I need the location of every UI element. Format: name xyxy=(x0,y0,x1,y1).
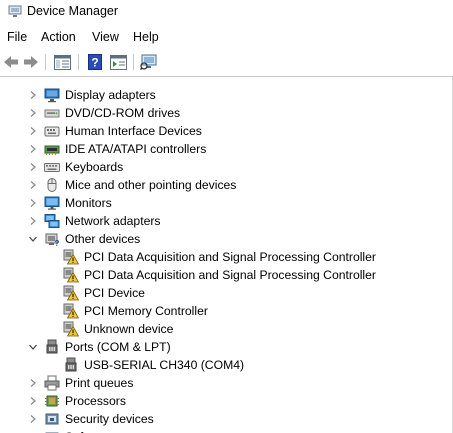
menu-help[interactable]: Help xyxy=(133,30,159,44)
warning-device-icon xyxy=(63,249,80,265)
forward-arrow-icon[interactable] xyxy=(22,53,40,71)
tree-item[interactable]: IDE ATA/ATAPI controllers xyxy=(0,140,452,158)
security-device-icon xyxy=(44,411,60,427)
tree-item[interactable]: PCI Device xyxy=(0,284,452,302)
warning-device-icon xyxy=(63,321,80,337)
device-manager-icon xyxy=(8,5,22,18)
svg-text:?: ? xyxy=(91,56,98,70)
display-adapter-icon xyxy=(44,87,60,103)
tree-item[interactable]: PCI Memory Controller xyxy=(0,302,452,320)
tree-item-label: Print queues xyxy=(65,376,134,390)
tree-item-label: PCI Memory Controller xyxy=(84,304,208,318)
port-icon xyxy=(44,339,60,355)
tree-item-label: Monitors xyxy=(65,196,112,210)
tree-item-label: DVD/CD-ROM drives xyxy=(65,106,181,120)
tree-item[interactable]: Unknown device xyxy=(0,320,452,338)
tree-item-label: PCI Data Acquisition and Signal Processi… xyxy=(84,268,376,282)
tree-item[interactable]: Keyboards xyxy=(0,158,452,176)
window-title: Device Manager xyxy=(27,4,119,18)
tree-item[interactable]: USB-SERIAL CH340 (COM4) xyxy=(0,356,452,374)
tree-item-label: IDE ATA/ATAPI controllers xyxy=(65,142,207,156)
port-icon xyxy=(63,357,79,373)
toolbar-separator xyxy=(78,54,79,70)
tree-item[interactable]: Processors xyxy=(0,392,452,410)
properties-icon[interactable] xyxy=(109,53,127,71)
menu-action[interactable]: Action xyxy=(41,30,76,44)
tree-item[interactable]: Software components xyxy=(0,428,452,433)
help-icon[interactable]: ? xyxy=(86,53,104,71)
software-component-icon xyxy=(44,429,60,433)
menu-file[interactable]: File xyxy=(7,30,27,44)
chevron-right-icon[interactable] xyxy=(27,106,39,120)
hid-icon xyxy=(44,123,60,139)
tree-item[interactable]: PCI Data Acquisition and Signal Processi… xyxy=(0,266,452,284)
chevron-right-icon[interactable] xyxy=(27,88,39,102)
back-arrow-icon[interactable] xyxy=(2,53,20,71)
toolbar-separator xyxy=(133,54,134,70)
warning-device-icon xyxy=(63,267,80,283)
tree-item-label: Ports (COM & LPT) xyxy=(65,340,171,354)
warning-device-icon xyxy=(63,303,80,319)
chevron-right-icon[interactable] xyxy=(27,178,39,192)
chevron-right-icon[interactable] xyxy=(27,196,39,210)
tree-item-label: Unknown device xyxy=(84,322,174,336)
tree-item[interactable]: Print queues xyxy=(0,374,452,392)
toolbar: ? xyxy=(0,48,453,75)
show-hide-console-tree-icon[interactable] xyxy=(53,53,71,71)
chevron-right-icon[interactable] xyxy=(27,160,39,174)
keyboard-icon xyxy=(44,159,60,175)
ide-controller-icon xyxy=(44,141,60,157)
tree-item[interactable]: DVD/CD-ROM drives xyxy=(0,104,452,122)
chevron-right-icon[interactable] xyxy=(27,412,39,426)
other-devices-icon: ? xyxy=(44,231,60,248)
scan-for-hardware-changes-icon[interactable] xyxy=(140,53,158,71)
tree-item-label: Human Interface Devices xyxy=(65,124,202,138)
chevron-right-icon[interactable] xyxy=(27,142,39,156)
tree-item-label: Network adapters xyxy=(65,214,161,228)
tree-item[interactable]: ? Other devices xyxy=(0,230,452,248)
tree-item-label: Security devices xyxy=(65,412,154,426)
warning-device-icon xyxy=(63,285,80,301)
toolbar-separator xyxy=(45,54,46,70)
menu-view[interactable]: View xyxy=(92,30,119,44)
chevron-right-icon[interactable] xyxy=(27,124,39,138)
tree-item-label: PCI Data Acquisition and Signal Processi… xyxy=(84,250,376,264)
tree-item[interactable]: Display adapters xyxy=(0,86,452,104)
tree-item-label: PCI Device xyxy=(84,286,145,300)
tree-item-label: USB-SERIAL CH340 (COM4) xyxy=(84,358,245,372)
tree-item-label: Keyboards xyxy=(65,160,124,174)
tree-item[interactable]: Human Interface Devices xyxy=(0,122,452,140)
chevron-right-icon[interactable] xyxy=(27,376,39,390)
title-bar: Device Manager xyxy=(0,0,453,25)
network-adapter-icon xyxy=(44,213,60,229)
tree-item[interactable]: Monitors xyxy=(0,194,452,212)
chevron-right-icon[interactable] xyxy=(27,394,39,408)
device-tree: Display adapters DVD/CD-ROM drives Human I… xyxy=(0,77,453,433)
tree-item[interactable]: Security devices xyxy=(0,410,452,428)
tree-item[interactable]: Ports (COM & LPT) xyxy=(0,338,452,356)
processor-icon xyxy=(44,393,60,409)
dvd-drive-icon xyxy=(44,105,60,121)
chevron-down-icon[interactable] xyxy=(27,232,39,246)
tree-item-label: Display adapters xyxy=(65,88,156,102)
tree-item[interactable]: Mice and other pointing devices xyxy=(0,176,452,194)
tree-item[interactable]: PCI Data Acquisition and Signal Processi… xyxy=(0,248,452,266)
svg-text:?: ? xyxy=(55,239,60,247)
printer-icon xyxy=(44,375,60,391)
chevron-down-icon[interactable] xyxy=(27,340,39,354)
mouse-icon xyxy=(44,177,60,193)
tree-item-label: Other devices xyxy=(65,232,141,246)
menu-bar: File Action View Help xyxy=(0,27,453,47)
tree-item-label: Mice and other pointing devices xyxy=(65,178,237,192)
tree-item-label: Processors xyxy=(65,394,126,408)
tree-item[interactable]: Network adapters xyxy=(0,212,452,230)
monitor-icon xyxy=(44,195,60,211)
chevron-right-icon[interactable] xyxy=(27,214,39,228)
